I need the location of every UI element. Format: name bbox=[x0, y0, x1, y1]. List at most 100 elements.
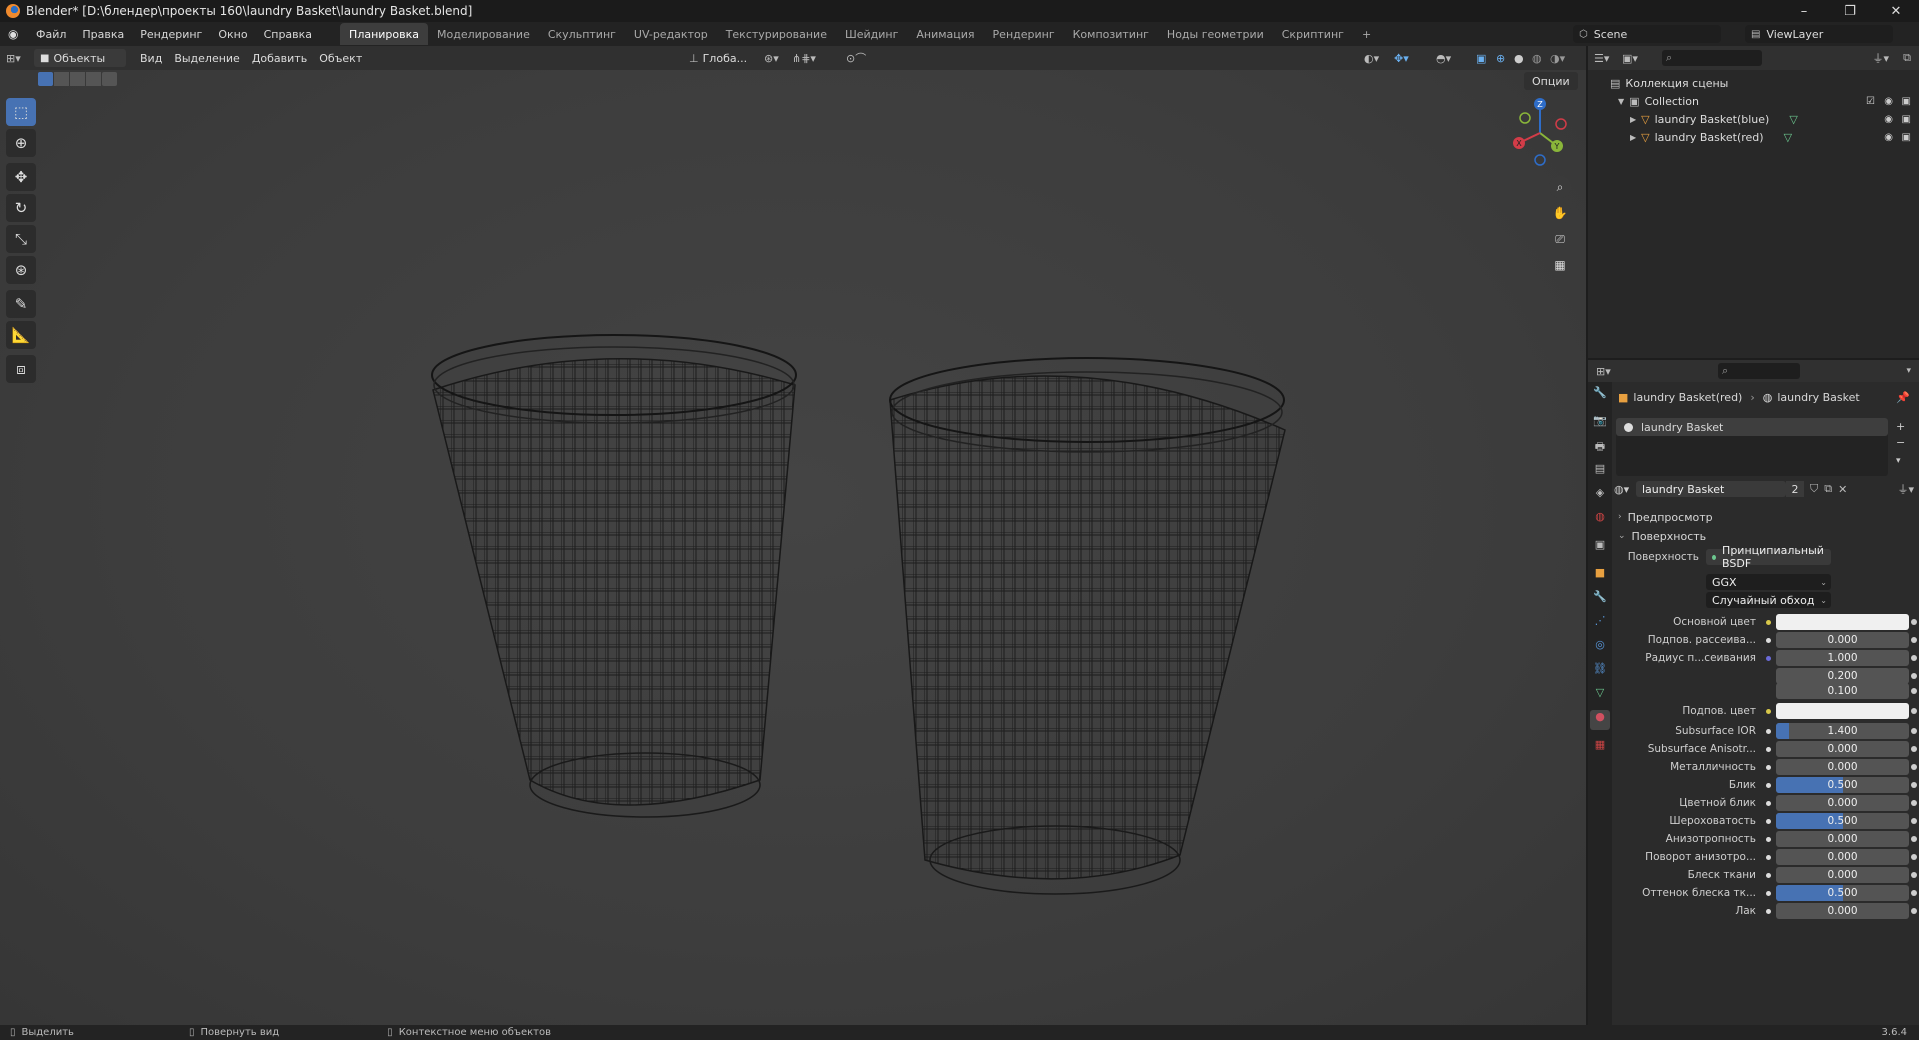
socket-icon[interactable] bbox=[1763, 816, 1773, 826]
surface-panel-header[interactable]: ⌄ Поверхность bbox=[1618, 527, 1706, 545]
outliner-root-row[interactable]: ▤ Коллекция сцены bbox=[1588, 74, 1919, 92]
move-tool-icon[interactable]: ✥ bbox=[6, 163, 36, 191]
keyframe-dot-icon[interactable] bbox=[1911, 836, 1917, 842]
add-slot-icon[interactable]: + bbox=[1896, 420, 1905, 433]
measure-tool-icon[interactable]: 📐 bbox=[6, 321, 36, 349]
scale-tool-icon[interactable]: ⤡ bbox=[6, 225, 36, 253]
value-slider[interactable]: 0.100 bbox=[1776, 683, 1909, 699]
keyframe-dot-icon[interactable] bbox=[1911, 908, 1917, 914]
particles-tab-icon[interactable]: ⋰ bbox=[1590, 614, 1610, 634]
outliner-collection-row[interactable]: ▼ ▣ Collection ☑ ◉ ▣ bbox=[1588, 92, 1919, 110]
keyframe-dot-icon[interactable] bbox=[1911, 746, 1917, 752]
proportional-edit-icon[interactable]: ⊙⌒ bbox=[840, 49, 872, 67]
properties-editor-type-icon[interactable]: ⊞▾ bbox=[1596, 365, 1624, 378]
new-collection-icon[interactable]: ⧉ bbox=[1903, 51, 1911, 65]
laundry-basket-blue-mesh[interactable] bbox=[431, 334, 797, 818]
overlay-toggle-icon[interactable]: ◓▾ bbox=[1430, 49, 1457, 67]
socket-icon[interactable] bbox=[1763, 798, 1773, 808]
rotate-tool-icon[interactable]: ↻ bbox=[6, 194, 36, 222]
socket-icon[interactable] bbox=[1763, 617, 1773, 627]
pin-icon[interactable]: 📌 bbox=[1896, 391, 1910, 404]
subsurface-method-dropdown[interactable]: Случайный обход ⌄ bbox=[1706, 592, 1831, 608]
socket-icon[interactable] bbox=[1763, 834, 1773, 844]
value-slider[interactable]: 0.000 bbox=[1776, 632, 1909, 648]
outliner-object-row[interactable]: ▶ ▽ laundry Basket(blue) ▽ ◉ ▣ bbox=[1588, 110, 1919, 128]
socket-icon[interactable] bbox=[1763, 726, 1773, 736]
texture-tab-icon[interactable]: ▦ bbox=[1590, 738, 1610, 758]
world-tab-icon[interactable]: ◍ bbox=[1590, 510, 1610, 530]
mesh-data-icon[interactable]: ▽ bbox=[1789, 113, 1797, 126]
menu-view[interactable]: Вид bbox=[134, 49, 168, 67]
keyframe-dot-icon[interactable] bbox=[1911, 655, 1917, 661]
menu-help[interactable]: Справка bbox=[256, 28, 320, 41]
pan-hand-icon[interactable]: ✋ bbox=[1549, 202, 1571, 224]
socket-icon[interactable] bbox=[1763, 706, 1773, 716]
tab-layout[interactable]: Планировка bbox=[340, 23, 429, 45]
close-button[interactable]: ✕ bbox=[1873, 0, 1919, 22]
keyframe-dot-icon[interactable] bbox=[1911, 890, 1917, 896]
keyframe-dot-icon[interactable] bbox=[1911, 619, 1917, 625]
mesh-data-icon[interactable]: ▽ bbox=[1784, 131, 1792, 144]
restore-button[interactable]: ❐ bbox=[1827, 0, 1873, 22]
socket-icon[interactable] bbox=[1763, 653, 1773, 663]
keyframe-dot-icon[interactable] bbox=[1911, 728, 1917, 734]
add-workspace-button[interactable]: + bbox=[1353, 23, 1380, 45]
menu-file[interactable]: Файл bbox=[28, 28, 74, 41]
tab-scripting[interactable]: Скриптинг bbox=[1273, 23, 1353, 45]
value-slider[interactable]: 0.500 bbox=[1776, 813, 1909, 829]
slot-specials-icon[interactable]: ▾ bbox=[1896, 456, 1901, 466]
unlink-icon[interactable]: ✕ bbox=[1838, 483, 1847, 496]
navigation-gizmo[interactable]: Z Y X bbox=[1505, 98, 1575, 168]
keyframe-dot-icon[interactable] bbox=[1911, 764, 1917, 770]
keyframe-dot-icon[interactable] bbox=[1911, 673, 1917, 679]
fake-user-icon[interactable]: ⛉ bbox=[1810, 482, 1818, 496]
add-cube-tool-icon[interactable]: ⧈ bbox=[6, 355, 36, 383]
browse-material-icon[interactable]: ◍▾ bbox=[1614, 483, 1636, 496]
transform-tool-icon[interactable]: ⊛ bbox=[6, 256, 36, 284]
blender-menu-icon[interactable]: ◉ bbox=[8, 27, 24, 41]
user-count[interactable]: 2 bbox=[1786, 481, 1804, 497]
material-tab-icon[interactable]: ● bbox=[1590, 710, 1610, 730]
outliner-object-row[interactable]: ▶ ▽ laundry Basket(red) ▽ ◉ ▣ bbox=[1588, 128, 1919, 146]
socket-icon[interactable] bbox=[1763, 852, 1773, 862]
object-tab-icon[interactable]: ■ bbox=[1590, 566, 1610, 586]
cursor-tool-icon[interactable]: ⊕ bbox=[6, 129, 36, 157]
outliner-search-input[interactable]: ⌕ bbox=[1662, 50, 1762, 66]
scene-tab-icon[interactable]: ◈ bbox=[1590, 486, 1610, 506]
modifiers-tab-icon[interactable]: 🔧 bbox=[1590, 590, 1610, 610]
keyframe-dot-icon[interactable] bbox=[1911, 688, 1917, 694]
camera-view-icon[interactable]: ⎚ bbox=[1549, 228, 1571, 250]
view-layer-selector[interactable]: ▤ ViewLayer bbox=[1745, 25, 1893, 43]
camera-icon[interactable]: ▣ bbox=[1902, 114, 1911, 125]
select-box-tool-icon[interactable]: ⬚ bbox=[6, 98, 36, 126]
material-name-field[interactable]: laundry Basket bbox=[1636, 481, 1786, 497]
value-slider[interactable]: 1.000 bbox=[1776, 650, 1909, 666]
eye-icon[interactable]: ◉ bbox=[1884, 96, 1893, 107]
output-tab-icon[interactable]: 🖶 bbox=[1590, 438, 1610, 458]
tab-modeling[interactable]: Моделирование bbox=[428, 23, 539, 45]
value-slider[interactable]: 0.000 bbox=[1776, 741, 1909, 757]
camera-icon[interactable]: ▣ bbox=[1902, 132, 1911, 143]
material-slot-item[interactable]: laundry Basket bbox=[1616, 418, 1888, 436]
preview-panel-header[interactable]: › Предпросмотр bbox=[1618, 508, 1713, 526]
color-swatch[interactable] bbox=[1776, 703, 1909, 719]
remove-slot-icon[interactable]: − bbox=[1896, 436, 1905, 449]
menu-object[interactable]: Объект bbox=[313, 49, 368, 67]
value-slider[interactable]: 0.000 bbox=[1776, 867, 1909, 883]
outliner-editor-type-icon[interactable]: ☰▾ bbox=[1594, 52, 1622, 65]
socket-icon[interactable] bbox=[1763, 780, 1773, 790]
pivot-point-icon[interactable]: ⊛▾ bbox=[758, 49, 785, 67]
tab-texture-paint[interactable]: Текстурирование bbox=[717, 23, 836, 45]
menu-select[interactable]: Выделение bbox=[168, 49, 246, 67]
menu-add[interactable]: Добавить bbox=[246, 49, 313, 67]
value-slider[interactable]: 0.000 bbox=[1776, 831, 1909, 847]
color-swatch[interactable] bbox=[1776, 614, 1909, 630]
constraints-tab-icon[interactable]: ⛓ bbox=[1590, 662, 1610, 682]
eye-icon[interactable]: ◉ bbox=[1884, 114, 1893, 125]
laundry-basket-red-mesh[interactable] bbox=[889, 357, 1286, 895]
camera-icon[interactable]: ▣ bbox=[1902, 96, 1911, 107]
display-mode-icon[interactable]: ▣▾ bbox=[1622, 52, 1650, 65]
keyframe-dot-icon[interactable] bbox=[1911, 637, 1917, 643]
socket-icon[interactable] bbox=[1763, 906, 1773, 916]
socket-icon[interactable] bbox=[1763, 762, 1773, 772]
